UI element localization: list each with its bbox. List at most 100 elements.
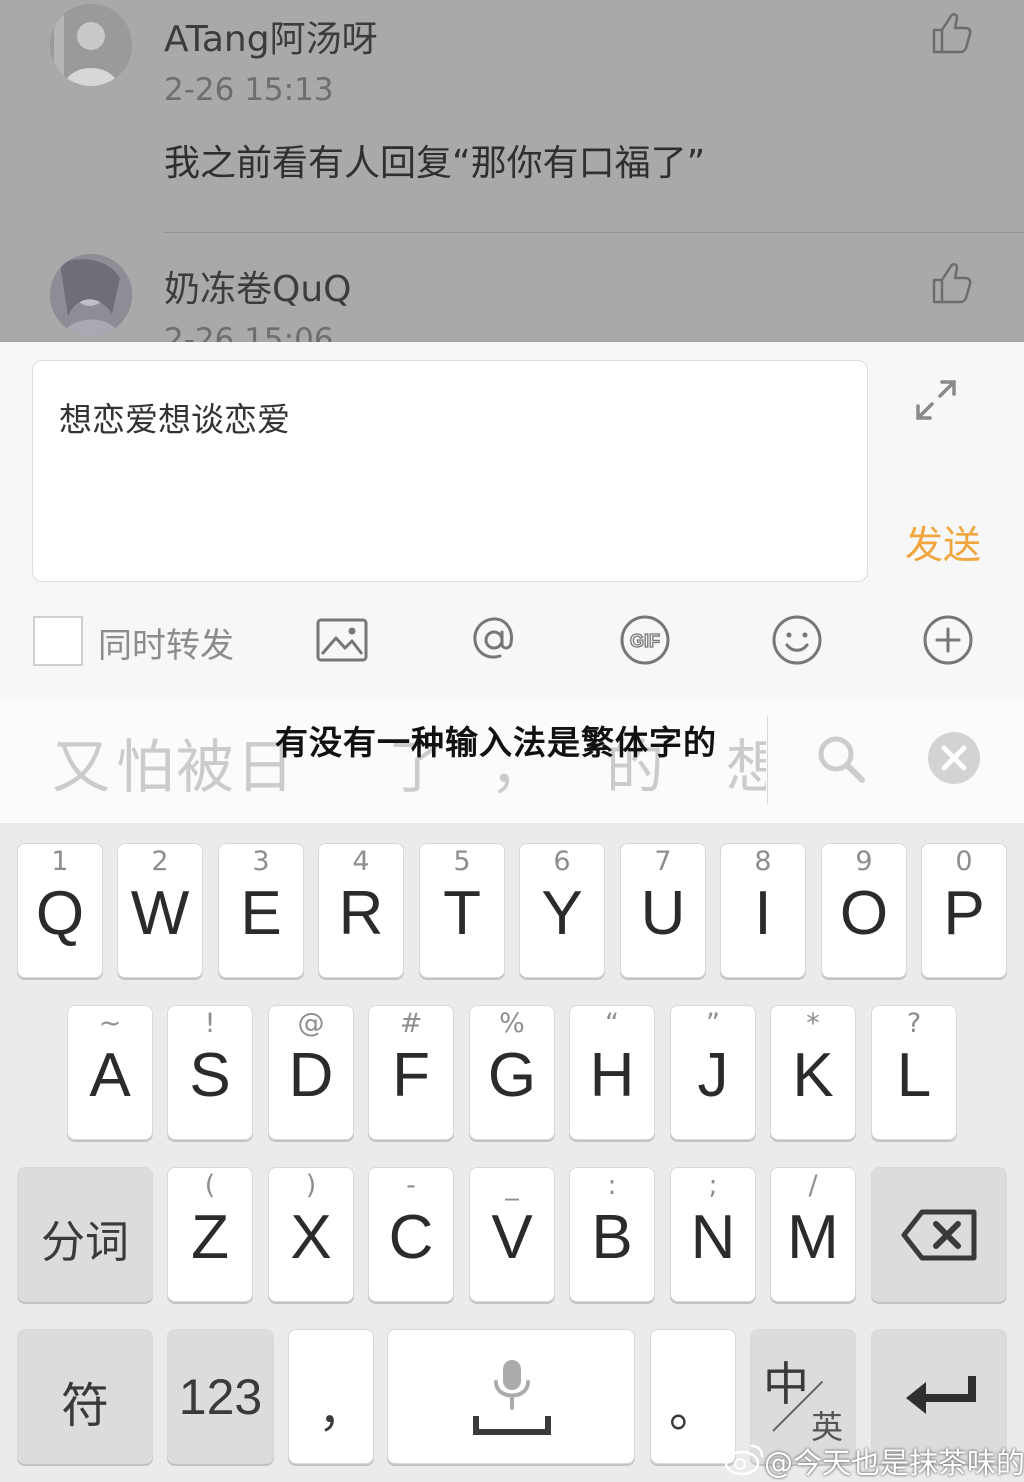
- repost-checkbox[interactable]: [33, 616, 83, 666]
- space-voice-key[interactable]: [387, 1329, 635, 1464]
- key-letter: Z: [191, 1203, 229, 1272]
- key-z[interactable]: (Z: [167, 1167, 253, 1302]
- key-h[interactable]: “H: [569, 1005, 655, 1140]
- segment-label: 分词: [41, 1217, 129, 1268]
- key-hint: (: [204, 1170, 216, 1201]
- comment-input[interactable]: 想恋爱想谈恋爱: [32, 360, 868, 582]
- key-hint: :: [607, 1170, 617, 1201]
- candidate-word[interactable]: 被: [176, 720, 234, 804]
- key-i[interactable]: 8I: [720, 843, 806, 978]
- key-hint: ~: [98, 1008, 122, 1039]
- key-q[interactable]: 1Q: [17, 843, 103, 978]
- key-letter: C: [388, 1203, 434, 1272]
- key-hint: 4: [352, 846, 370, 877]
- key-hint: 3: [252, 846, 270, 877]
- backspace-button[interactable]: [871, 1167, 1007, 1302]
- key-letter: W: [130, 879, 190, 948]
- key-b[interactable]: :B: [569, 1167, 655, 1302]
- weibo-logo-icon: [724, 1444, 764, 1476]
- key-m[interactable]: / M: [770, 1167, 856, 1302]
- key-t[interactable]: 5T: [419, 843, 505, 978]
- gif-icon[interactable]: GIF: [615, 610, 675, 670]
- comment-timestamp: 2-26 15:06: [164, 322, 334, 342]
- key-hint: 1: [51, 846, 69, 877]
- key-hint: 2: [151, 846, 169, 877]
- like-icon[interactable]: [926, 8, 976, 58]
- key-letter: P: [943, 879, 985, 948]
- like-icon[interactable]: [926, 258, 976, 308]
- key-hint: ?: [906, 1008, 922, 1039]
- image-icon[interactable]: [312, 610, 372, 670]
- microphone-icon: [473, 1360, 551, 1435]
- key-a[interactable]: ~ A: [67, 1005, 153, 1140]
- key-l[interactable]: ? L: [871, 1005, 957, 1140]
- key-hint: !: [204, 1008, 216, 1039]
- enter-icon: [906, 1376, 976, 1414]
- symbols-label: 符: [60, 1378, 109, 1434]
- key-f[interactable]: # F: [368, 1005, 454, 1140]
- key-v[interactable]: _ V: [469, 1167, 555, 1302]
- key-j[interactable]: ” J: [670, 1005, 756, 1140]
- compose-panel: 想恋爱想谈恋爱 发送 同时转发 GIF: [0, 342, 1024, 698]
- symbols-button[interactable]: 符: [17, 1329, 153, 1464]
- repost-label: 同时转发: [98, 626, 234, 666]
- at-icon[interactable]: [464, 610, 524, 670]
- search-icon[interactable]: [810, 728, 872, 790]
- avatar[interactable]: [50, 4, 132, 86]
- key-u[interactable]: 7U: [620, 843, 706, 978]
- key-c[interactable]: -C: [368, 1167, 454, 1302]
- comment-username[interactable]: ATang阿汤呀: [164, 10, 378, 62]
- key-k[interactable]: * K: [770, 1005, 856, 1140]
- avatar[interactable]: [50, 254, 132, 336]
- key-o[interactable]: 9O: [821, 843, 907, 978]
- key-s[interactable]: ! S: [167, 1005, 253, 1140]
- key-w[interactable]: 2W: [117, 843, 203, 978]
- keyboard: 1Q 2W 3E 4R 5T 6Y 7U 8I 9O 0P ~ A ! S @ D #…: [0, 823, 1024, 1482]
- comment-text: 我之前看有人回复“那你有口福了”: [164, 143, 706, 184]
- numbers-label: 123: [178, 1369, 263, 1425]
- key-hint: 7: [654, 846, 672, 877]
- key-hint: 5: [453, 846, 471, 877]
- divider: [164, 232, 1024, 233]
- key-r[interactable]: 4R: [318, 843, 404, 978]
- numbers-button[interactable]: 123: [167, 1329, 274, 1464]
- plus-icon[interactable]: [918, 610, 978, 670]
- divider: [767, 716, 768, 804]
- candidate-word[interactable]: 怕: [116, 720, 174, 804]
- key-letter: L: [896, 1041, 932, 1110]
- key-letter: S: [189, 1041, 231, 1110]
- segment-button[interactable]: 分词: [17, 1167, 153, 1302]
- key-n[interactable]: ; N: [670, 1167, 756, 1302]
- emoji-icon[interactable]: [767, 610, 827, 670]
- key-g[interactable]: % G: [469, 1005, 555, 1140]
- key-x[interactable]: ) X: [268, 1167, 354, 1302]
- key-letter: U: [640, 879, 686, 948]
- key-letter: D: [288, 1041, 334, 1110]
- language-primary: 中: [763, 1357, 809, 1411]
- close-icon[interactable]: [926, 730, 982, 786]
- send-button[interactable]: 发送: [905, 514, 981, 569]
- key-e[interactable]: 3E: [218, 843, 304, 978]
- key-hint: “: [605, 1008, 619, 1039]
- comment-username[interactable]: 奶冻卷QuQ: [164, 260, 352, 312]
- key-hint: *: [806, 1008, 820, 1039]
- candidate-word[interactable]: 想: [726, 720, 766, 804]
- overlay-caption: 有没有一种输入法是繁体字的: [275, 723, 717, 762]
- key-letter: X: [290, 1203, 332, 1272]
- key-y[interactable]: 6Y: [519, 843, 605, 978]
- watermark: @今天也是抹茶味的: [764, 1446, 1024, 1480]
- comma-key[interactable]: ，: [288, 1329, 374, 1464]
- key-hint: 0: [955, 846, 973, 877]
- key-hint: @: [297, 1008, 325, 1039]
- key-p[interactable]: 0P: [921, 843, 1007, 978]
- key-letter: M: [787, 1203, 839, 1272]
- candidate-word[interactable]: 又: [52, 720, 110, 804]
- key-d[interactable]: @ D: [268, 1005, 354, 1140]
- key-hint: /: [808, 1170, 818, 1201]
- key-letter: N: [690, 1203, 736, 1272]
- expand-icon[interactable]: [908, 372, 964, 428]
- key-letter: G: [487, 1041, 537, 1110]
- key-hint: 8: [754, 846, 772, 877]
- key-hint: ): [305, 1170, 317, 1201]
- key-hint: 9: [855, 846, 873, 877]
